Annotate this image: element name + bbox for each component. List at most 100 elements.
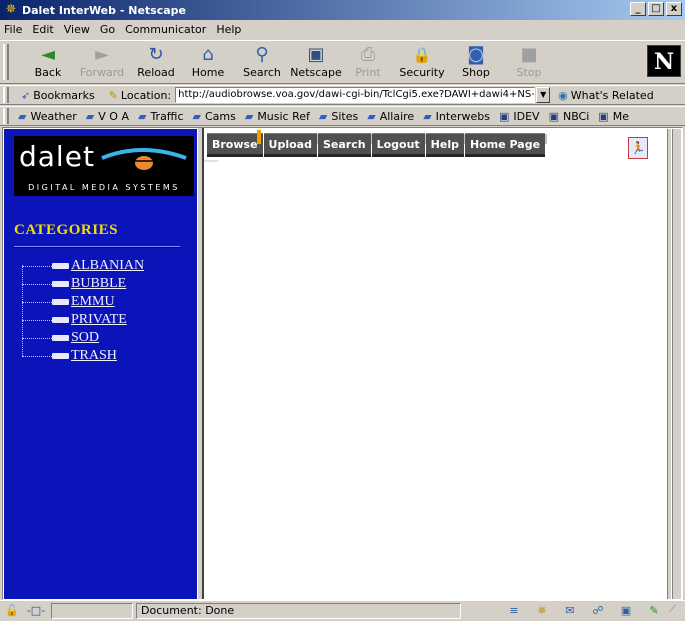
whats-related-icon: ◉: [558, 88, 568, 102]
bookmark-label: Interwebs: [435, 109, 490, 123]
category-icon: [52, 335, 69, 341]
close-button[interactable]: x: [666, 2, 682, 16]
nav-upload[interactable]: Upload: [263, 133, 319, 157]
tree-branch: [22, 265, 52, 267]
nav-search[interactable]: Search: [317, 133, 373, 157]
nav-home-page[interactable]: Home Page: [464, 133, 548, 157]
menu-go[interactable]: Go: [100, 23, 115, 36]
security-button[interactable]: 🔒 Security: [396, 44, 448, 82]
search-icon: ⚲: [255, 44, 269, 65]
back-button[interactable]: ◄ Back: [22, 44, 74, 82]
running-figure-icon[interactable]: 🏃: [628, 137, 648, 159]
menu-help[interactable]: Help: [216, 23, 241, 36]
mail-icon[interactable]: ✉: [559, 603, 581, 619]
shop-button[interactable]: ◙ Shop: [450, 44, 502, 82]
home-button[interactable]: ⌂ Home: [182, 44, 234, 82]
forward-button[interactable]: ► Forward: [76, 44, 128, 82]
folder-icon: ▰: [423, 109, 432, 123]
component-grip-icon: ≡: [509, 604, 519, 617]
category-link-trash[interactable]: TRASH: [71, 348, 117, 364]
bookmark-allaire[interactable]: ▰ Allaire: [367, 110, 414, 123]
nav-help[interactable]: Help: [425, 133, 466, 157]
stop-label: Stop: [516, 66, 542, 79]
whats-related-button[interactable]: ◉ What's Related: [558, 89, 654, 102]
status-bar: 🔓 -□- Document: Done ≡ ✵ ✉ ☍ ▣ ✎ ⟋: [0, 600, 685, 621]
location-toolbar-grip[interactable]: [3, 87, 9, 103]
bookmark-sites[interactable]: ▰ Sites: [319, 110, 358, 123]
online-status-icon[interactable]: -□-: [24, 603, 48, 619]
frame-separator[interactable]: [197, 128, 204, 599]
folder-icon: ▰: [192, 109, 201, 123]
netscape-label: Netscape: [290, 66, 342, 79]
nav-logout[interactable]: Logout: [371, 133, 427, 157]
discussions-icon[interactable]: ☍: [587, 603, 609, 619]
netscape-button[interactable]: ▣ Netscape: [290, 44, 342, 82]
nav-browse[interactable]: Browse: [207, 130, 263, 157]
nav-browse-label: Browse: [212, 138, 258, 151]
nav-upload-label: Upload: [268, 138, 312, 151]
category-item: BUBBLE: [18, 275, 188, 293]
reload-label: Reload: [137, 66, 175, 79]
bookmark-weather[interactable]: ▰ Weather: [18, 110, 77, 123]
personal-toolbar: ▰ Weather ▰ V O A ▰ Traffic ▰ Cams ▰ Music Re…: [0, 106, 685, 126]
folder-icon: ▰: [18, 109, 27, 123]
location-label: ✎ Location:: [109, 89, 171, 102]
category-item: PRIVATE: [18, 311, 188, 329]
bookmark-idev[interactable]: ▣ IDEV: [499, 110, 540, 123]
tree-branch: [22, 283, 52, 285]
category-link-albanian[interactable]: ALBANIAN: [71, 258, 144, 274]
category-icon: [52, 281, 69, 287]
category-link-bubble[interactable]: BUBBLE: [71, 276, 126, 292]
nav-search-label: Search: [322, 138, 366, 151]
menu-communicator[interactable]: Communicator: [125, 23, 206, 36]
categories-heading: CATEGORIES: [14, 222, 118, 238]
search-button[interactable]: ⚲ Search: [236, 44, 288, 82]
bookmarks-button[interactable]: ➶ Bookmarks: [21, 89, 95, 102]
stop-button[interactable]: ■ Stop: [503, 44, 555, 82]
vertical-scrollbar[interactable]: [667, 129, 681, 599]
nav-help-label: Help: [430, 138, 459, 151]
category-link-sod[interactable]: SOD: [71, 330, 99, 346]
url-input[interactable]: http://audiobrowse.voa.gov/dawi-cgi-bin/…: [175, 87, 536, 103]
security-status-icon[interactable]: 🔓: [3, 603, 21, 619]
page-icon: ▣: [598, 109, 609, 123]
reload-button[interactable]: ↻ Reload: [130, 44, 182, 82]
print-button[interactable]: ⎙ Print: [342, 44, 394, 82]
bookmark-nbci[interactable]: ▣ NBCi: [549, 110, 590, 123]
bookmark-interwebs[interactable]: ▰ Interwebs: [423, 110, 490, 123]
navigator-icon[interactable]: ✵: [531, 603, 553, 619]
address-book-icon[interactable]: ▣: [615, 603, 637, 619]
bookmark-music-ref[interactable]: ▰ Music Ref: [245, 110, 310, 123]
bookmark-me[interactable]: ▣ Me: [598, 110, 629, 123]
menu-file[interactable]: File: [4, 23, 22, 36]
netscape-logo[interactable]: N: [647, 45, 681, 77]
nav-logout-label: Logout: [376, 138, 420, 151]
menu-view[interactable]: View: [64, 23, 90, 36]
bookmark-label: Cams: [204, 109, 236, 123]
bookmarks-label: Bookmarks: [33, 88, 95, 102]
shop-label: Shop: [462, 66, 490, 79]
left-frame-sidebar: dalet DIGITAL MEDIA SYSTEMS CATEGORIES A…: [4, 129, 197, 599]
bookmark-voa[interactable]: ▰ V O A: [86, 110, 129, 123]
page-proxy-icon[interactable]: ✎: [109, 89, 118, 102]
bookmark-traffic[interactable]: ▰ Traffic: [138, 110, 184, 123]
category-link-private[interactable]: PRIVATE: [71, 312, 127, 328]
back-icon: ◄: [41, 44, 55, 65]
composer-icon[interactable]: ✎: [643, 603, 665, 619]
resize-grip-icon[interactable]: ⟋: [669, 604, 681, 618]
maximize-button[interactable]: □: [648, 2, 664, 16]
category-link-emmu[interactable]: EMMU: [71, 294, 115, 310]
bookmark-label: Weather: [30, 109, 77, 123]
personal-toolbar-grip[interactable]: [3, 108, 9, 124]
toolbar-grip[interactable]: [3, 44, 9, 80]
url-history-dropdown[interactable]: ▼: [536, 87, 551, 103]
home-icon: ⌂: [202, 44, 214, 65]
window-title: Dalet InterWeb - Netscape: [22, 3, 186, 17]
nav-divider: [545, 134, 548, 144]
my-netscape-icon: ▣: [307, 44, 325, 65]
bookmark-cams[interactable]: ▰ Cams: [193, 110, 236, 123]
app-navbar: Browse Upload Search Logout Help Home Pa…: [207, 130, 548, 157]
category-icon: [52, 317, 69, 323]
minimize-button[interactable]: _: [630, 2, 646, 16]
menu-edit[interactable]: Edit: [32, 23, 53, 36]
